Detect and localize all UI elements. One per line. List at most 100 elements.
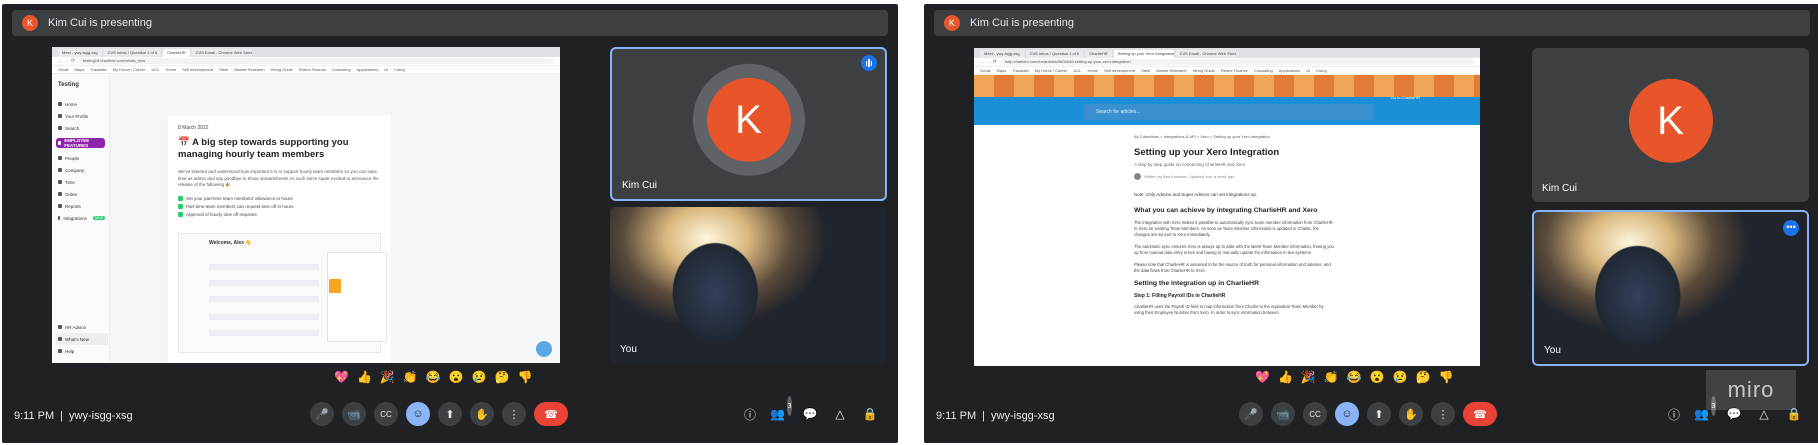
- sidebar-item-search[interactable]: Search: [56, 122, 105, 134]
- browser-tab[interactable]: CVS Email - Chrome Web Store: [1175, 50, 1236, 58]
- bookmark[interactable]: Applications: [357, 66, 379, 73]
- captions-icon[interactable]: CC: [374, 402, 398, 426]
- bookmark[interactable]: Self development: [1104, 67, 1135, 74]
- emoji-icon[interactable]: ☺: [1335, 402, 1359, 426]
- reaction-thumbs-down[interactable]: 👎: [518, 370, 533, 384]
- reaction-thumbs-up[interactable]: 👍: [357, 370, 372, 384]
- reaction-thinking[interactable]: 🤔: [1416, 370, 1431, 384]
- sidebar-item-reports[interactable]: Reports: [56, 200, 105, 212]
- bookmark[interactable]: Home: [165, 66, 176, 73]
- browser-tab-active[interactable]: CharlieHR: [163, 49, 190, 57]
- sidebar-item-hr-advice[interactable]: HR Advice: [56, 321, 108, 333]
- bookmark[interactable]: Market Research: [1156, 67, 1186, 74]
- breadcrumb[interactable]: All Collections > Integrations & API > X…: [1134, 134, 1334, 139]
- browser-tab[interactable]: CVS Email - Chrome Web Store: [191, 49, 252, 57]
- participant-tile-you[interactable]: ••• You: [1532, 210, 1809, 366]
- info-icon[interactable]: ⓘ: [1664, 404, 1684, 424]
- reaction-thumbs-down[interactable]: 👎: [1439, 370, 1454, 384]
- url-field[interactable]: help.charliehr.com/en/articles/5604646-s…: [1000, 59, 1474, 65]
- camera-icon[interactable]: 📹: [1271, 402, 1295, 426]
- sidebar-item-whats-new[interactable]: What's New: [56, 333, 108, 345]
- bookmark[interactable]: Living: [1316, 67, 1326, 74]
- reaction-heart[interactable]: 💖: [334, 370, 349, 384]
- more-options-icon[interactable]: ⋮: [1431, 402, 1455, 426]
- host-controls-icon[interactable]: 🔒: [860, 404, 880, 424]
- bookmark[interactable]: Home: [1087, 67, 1098, 74]
- sidebar-item-employee-features[interactable]: EMPLOYEE FEATURES: [56, 138, 105, 148]
- bookmark[interactable]: Consulting: [1254, 67, 1273, 74]
- participant-tile-you[interactable]: You: [610, 207, 887, 363]
- camera-icon[interactable]: 📹: [342, 402, 366, 426]
- emoji-icon[interactable]: ☺: [406, 402, 430, 426]
- bookmark[interactable]: Maps: [74, 66, 84, 73]
- bookmark[interactable]: Translate: [90, 66, 107, 73]
- browser-tab-active[interactable]: Setting up your Xero Integration: [1113, 50, 1174, 58]
- article-search-input[interactable]: Search for articles...: [1084, 104, 1374, 120]
- bookmark[interactable]: Gmail: [980, 67, 990, 74]
- bookmark[interactable]: My Home / Career: [1035, 67, 1068, 74]
- raise-hand-icon[interactable]: ✋: [470, 402, 494, 426]
- bookmark[interactable]: UCL: [1073, 67, 1081, 74]
- sidebar-item-time[interactable]: Time: [56, 176, 105, 188]
- reaction-clap[interactable]: 👏: [1324, 370, 1339, 384]
- raise-hand-icon[interactable]: ✋: [1399, 402, 1423, 426]
- mic-icon[interactable]: 🎤: [1239, 402, 1263, 426]
- more-options-icon[interactable]: ⋮: [502, 402, 526, 426]
- info-icon[interactable]: ⓘ: [740, 404, 760, 424]
- nav-arrows-icon[interactable]: ← → ⟳: [980, 59, 997, 65]
- mic-icon[interactable]: 🎤: [310, 402, 334, 426]
- bookmark[interactable]: Living: [394, 66, 404, 73]
- participant-tile-kim[interactable]: K Kim Cui: [610, 47, 887, 201]
- bookmark[interactable]: Hiring Guide: [1193, 67, 1215, 74]
- reaction-heart[interactable]: 💖: [1255, 370, 1270, 384]
- sidebar-item-profile[interactable]: Your Profile: [56, 110, 105, 122]
- url-field[interactable]: testing18.charliehr.com/whats_new: [78, 58, 554, 64]
- bookmark[interactable]: Maps: [996, 67, 1006, 74]
- reaction-surprised[interactable]: 😮: [1370, 370, 1385, 384]
- browser-tab[interactable]: Meet - ywy-isgg-xsg: [58, 49, 102, 57]
- more-options-icon[interactable]: •••: [1783, 220, 1799, 236]
- reaction-sad[interactable]: 😢: [472, 370, 487, 384]
- bookmark[interactable]: UI: [1306, 67, 1310, 74]
- participant-tile-kim[interactable]: K Kim Cui: [1532, 48, 1809, 202]
- activities-icon[interactable]: △: [830, 404, 850, 424]
- bookmark[interactable]: Redux Finance: [1221, 67, 1248, 74]
- present-icon[interactable]: ⬆: [1367, 402, 1391, 426]
- bookmark[interactable]: Translate: [1012, 67, 1029, 74]
- people-icon[interactable]: 👥 3: [770, 396, 792, 424]
- shared-screen[interactable]: Meet - ywy-isgg-xsg CVS Inbox / Question…: [52, 47, 560, 363]
- chat-icon[interactable]: 💬: [800, 404, 820, 424]
- browser-tab[interactable]: CharlieHR: [1085, 50, 1112, 58]
- bookmark[interactable]: Applications: [1279, 67, 1301, 74]
- reaction-party[interactable]: 🎉: [1301, 370, 1316, 384]
- shared-screen[interactable]: Meet - ywy-isgg-xsg CVS Inbox / Question…: [974, 48, 1480, 366]
- end-call-button[interactable]: ☎: [534, 402, 568, 426]
- sidebar-item-home[interactable]: Home: [56, 98, 105, 110]
- bookmark[interactable]: My Home / Career: [113, 66, 146, 73]
- browser-tab[interactable]: CVS Inbox / Question 1 of 6: [1025, 50, 1084, 58]
- bookmark[interactable]: Self development: [182, 66, 213, 73]
- bookmark[interactable]: Steel: [1141, 67, 1150, 74]
- captions-icon[interactable]: CC: [1303, 402, 1327, 426]
- bookmark[interactable]: Steel: [219, 66, 228, 73]
- sidebar-item-people[interactable]: People: [56, 152, 105, 164]
- bookmark[interactable]: UI: [384, 66, 388, 73]
- sidebar-item-integrations[interactable]: Integrations NEW: [56, 212, 105, 224]
- reaction-sad[interactable]: 😢: [1393, 370, 1408, 384]
- reaction-laugh[interactable]: 😂: [426, 370, 441, 384]
- present-icon[interactable]: ⬆: [438, 402, 462, 426]
- bookmark[interactable]: Gmail: [58, 66, 68, 73]
- browser-tab[interactable]: Meet - ywy-isgg-xsg: [980, 50, 1024, 58]
- bookmark[interactable]: Hiring Guide: [271, 66, 293, 73]
- reaction-thinking[interactable]: 🤔: [495, 370, 510, 384]
- chat-launcher-icon[interactable]: [536, 341, 552, 357]
- sidebar-item-onlee[interactable]: Onlee: [56, 188, 105, 200]
- reaction-thumbs-up[interactable]: 👍: [1278, 370, 1293, 384]
- bookmark[interactable]: UCL: [151, 66, 159, 73]
- browser-tab[interactable]: CVS Inbox / Question 1 of 6: [103, 49, 162, 57]
- reaction-party[interactable]: 🎉: [380, 370, 395, 384]
- goto-charliehr-link[interactable]: Go to CharlieHR: [1391, 95, 1420, 100]
- reaction-laugh[interactable]: 😂: [1347, 370, 1362, 384]
- end-call-button[interactable]: ☎: [1463, 402, 1497, 426]
- reaction-clap[interactable]: 👏: [403, 370, 418, 384]
